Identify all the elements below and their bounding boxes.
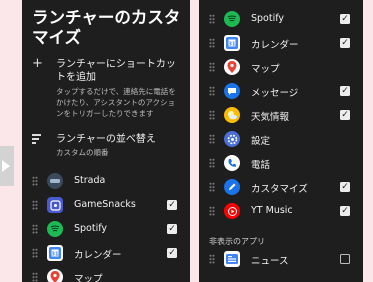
- visibility-checkbox[interactable]: ✓: [167, 224, 177, 234]
- app-row-yt-music[interactable]: YT Music ✓: [199, 200, 363, 224]
- visibility-checkbox[interactable]: ✓: [167, 248, 177, 258]
- drag-handle-icon[interactable]: [209, 206, 215, 216]
- drag-handle-icon[interactable]: [209, 86, 215, 96]
- visibility-checkbox[interactable]: ✓: [340, 38, 350, 48]
- visibility-checkbox[interactable]: ✓: [167, 200, 177, 210]
- app-row-maps[interactable]: マップ: [199, 56, 363, 80]
- app-label: カレンダー: [251, 40, 299, 51]
- svg-text:31: 31: [52, 252, 59, 258]
- drag-handle-icon[interactable]: [209, 110, 215, 120]
- maps-icon: [224, 59, 240, 75]
- app-label: Spotify: [251, 13, 285, 24]
- sort-title[interactable]: ランチャーの並べ替え: [56, 133, 182, 146]
- calendar-icon: 31: [224, 35, 240, 51]
- messages-icon: [224, 83, 240, 99]
- drag-handle-icon[interactable]: [209, 14, 215, 24]
- app-row-customize[interactable]: カスタマイズ ✓: [199, 176, 363, 200]
- app-row-messages[interactable]: メッセージ ✓: [199, 80, 363, 104]
- app-row-spotify[interactable]: Spotify ✓: [22, 218, 190, 242]
- drag-handle-icon[interactable]: [209, 62, 215, 72]
- visibility-checkbox[interactable]: ✓: [340, 14, 350, 24]
- app-row-spotify[interactable]: Spotify ✓: [199, 8, 363, 32]
- app-label: YT Music: [251, 205, 293, 216]
- weather-icon: [224, 107, 240, 123]
- spotify-icon: [224, 11, 240, 27]
- drag-handle-icon[interactable]: [32, 272, 38, 282]
- drag-handle-icon[interactable]: [209, 254, 215, 264]
- drag-handle-icon[interactable]: [209, 182, 215, 192]
- drag-handle-icon[interactable]: [209, 158, 215, 168]
- arrow-right-icon: [0, 146, 14, 186]
- page-title: ランチャーのカスタマイズ: [32, 8, 181, 47]
- drag-handle-icon[interactable]: [32, 200, 38, 210]
- app-row-settings[interactable]: 設定: [199, 128, 363, 152]
- app-label: GameSnacks: [74, 199, 136, 210]
- app-row-strada[interactable]: Strada: [22, 170, 190, 194]
- gamesnacks-icon: [47, 197, 63, 213]
- visibility-checkbox[interactable]: ✓: [340, 182, 350, 192]
- drag-handle-icon[interactable]: [209, 38, 215, 48]
- plus-icon[interactable]: +: [32, 56, 43, 71]
- settings-gear-icon: [224, 131, 240, 147]
- visibility-checkbox[interactable]: ✓: [340, 206, 350, 216]
- visibility-checkbox[interactable]: [340, 254, 350, 264]
- launcher-app-list-panel: Spotify ✓ 31 カレンダー ✓ マップ メッセージ ✓ 天気情報 ✓: [199, 0, 363, 282]
- spotify-icon: [47, 221, 63, 237]
- app-label: Strada: [74, 175, 106, 186]
- app-label: メッセージ: [251, 88, 299, 99]
- strada-icon: [47, 173, 63, 189]
- app-label: 設定: [251, 136, 271, 147]
- calendar-icon: 31: [47, 245, 63, 261]
- app-label: マップ: [251, 64, 280, 75]
- app-row-maps[interactable]: マップ: [22, 266, 190, 282]
- app-row-calendar[interactable]: 31 カレンダー ✓: [22, 242, 190, 266]
- launcher-customize-panel: ランチャーのカスタマイズ + ランチャーにショートカットを追加 タップするだけで…: [22, 0, 190, 282]
- yt-music-icon: [224, 203, 240, 219]
- app-label: マップ: [74, 274, 103, 282]
- app-label: 天気情報: [251, 112, 290, 123]
- visibility-checkbox[interactable]: ✓: [340, 110, 350, 120]
- pencil-icon: [224, 179, 240, 195]
- drag-handle-icon[interactable]: [32, 224, 38, 234]
- sort-subtitle: カスタムの順番: [56, 148, 109, 157]
- app-row-gamesnacks[interactable]: GameSnacks ✓: [22, 194, 190, 218]
- app-row-news[interactable]: ニュース: [199, 248, 363, 272]
- app-row-calendar[interactable]: 31 カレンダー ✓: [199, 32, 363, 56]
- drag-handle-icon[interactable]: [32, 176, 38, 186]
- app-row-weather[interactable]: 天気情報 ✓: [199, 104, 363, 128]
- app-label: カスタマイズ: [251, 184, 308, 195]
- app-row-phone[interactable]: 電話: [199, 152, 363, 176]
- add-shortcut-desc: タップするだけで、連絡先に電話をかけたり、アシスタントのアクションをトリガーした…: [56, 87, 176, 118]
- app-label: ニュース: [251, 256, 289, 267]
- app-label: Spotify: [74, 223, 108, 234]
- maps-icon: [47, 269, 63, 282]
- drag-handle-icon[interactable]: [209, 134, 215, 144]
- sort-icon[interactable]: [32, 134, 41, 146]
- app-label: 電話: [251, 160, 271, 171]
- drag-handle-icon[interactable]: [32, 248, 38, 258]
- app-label: カレンダー: [74, 250, 122, 261]
- news-icon: [224, 251, 240, 267]
- add-shortcut-title[interactable]: ランチャーにショートカットを追加: [56, 58, 182, 84]
- svg-text:31: 31: [229, 42, 236, 48]
- phone-icon: [224, 155, 240, 171]
- hidden-apps-section-label: 非表示のアプリ: [209, 237, 265, 246]
- visibility-checkbox[interactable]: ✓: [340, 86, 350, 96]
